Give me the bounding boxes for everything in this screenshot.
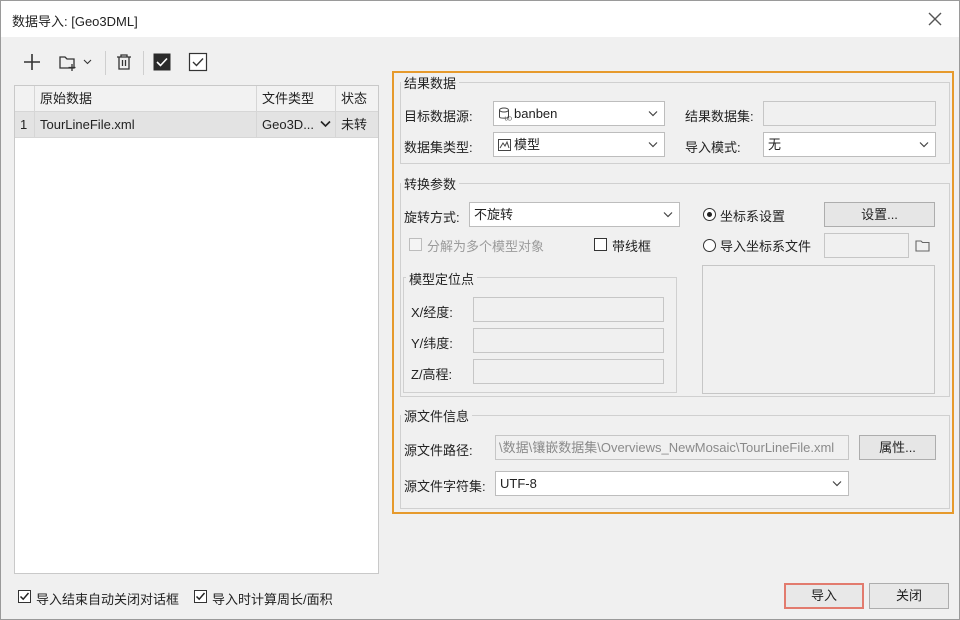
coord-setting-label: 坐标系设置 [720,209,786,224]
x-longitude-label: X/经度: [411,305,453,320]
y-latitude-input[interactable] [473,328,664,353]
convert-params-group-label: 转换参数 [401,174,460,193]
coord-info-area [702,265,935,394]
wireframe-label: 带线框 [612,239,652,254]
add-icon [24,54,40,70]
row-status: 未转 [341,117,368,132]
radio-selected-dot [707,212,712,217]
coord-setting-radio[interactable] [703,208,716,221]
delete-icon [117,54,131,70]
x-longitude-input[interactable] [473,297,664,322]
rotate-mode-select[interactable]: 不旋转 [469,202,680,227]
title-bar: 数据导入: [Geo3DML] [1,1,959,37]
wireframe-checkbox[interactable] [594,238,607,251]
source-info-group-label: 源文件信息 [401,406,473,425]
y-latitude-label: Y/纬度: [411,336,453,351]
chevron-down-icon [648,111,658,117]
rotate-mode-value: 不旋转 [474,207,514,222]
model-icon [498,139,511,151]
chevron-down-icon [919,142,929,148]
source-data-table[interactable]: 原始数据 文件类型 状态 1 TourLineFile.xml Geo3D...… [14,85,379,574]
import-coord-file-radio[interactable] [703,239,716,252]
table-header: 原始数据 文件类型 状态 [15,86,378,112]
z-elevation-label: Z/高程: [411,367,453,382]
select-all-button[interactable] [149,49,175,75]
column-header-type[interactable]: 文件类型 [257,86,336,112]
chevron-down-icon [663,212,673,218]
auto-close-checkbox[interactable] [18,590,31,603]
toolbar-separator [143,51,144,75]
dataset-type-select[interactable]: 模型 [493,132,665,157]
row-source-file: TourLineFile.xml [35,112,257,137]
window-title: 数据导入: [Geo3DML] [12,14,138,29]
source-charset-value: UTF-8 [500,476,537,491]
result-dataset-input[interactable] [763,101,936,126]
auto-close-label: 导入结束自动关闭对话框 [36,592,180,607]
header-index-cell [15,86,35,112]
add-folder-button[interactable] [55,49,81,75]
table-row[interactable]: 1 TourLineFile.xml Geo3D... 未转 [15,112,378,138]
add-button[interactable] [19,49,45,75]
rotate-mode-label: 旋转方式: [404,210,460,225]
source-path-input[interactable]: \数据\镶嵌数据集\Overviews_NewMosaic\TourLineFi… [495,435,849,460]
calc-perimeter-area-checkbox[interactable] [194,590,207,603]
chevron-down-icon [320,120,331,128]
calc-perimeter-area-label: 导入时计算周长/面积 [212,592,333,607]
select-invert-icon [188,52,208,72]
select-invert-button[interactable] [185,49,211,75]
target-source-label: 目标数据源: [404,109,473,124]
checkmark-icon [19,592,30,601]
svg-text:UDB: UDB [505,117,513,122]
source-path-value: \数据\镶嵌数据集\Overviews_NewMosaic\TourLineFi… [499,440,835,455]
target-source-select[interactable]: UDB banben [493,101,665,126]
close-icon[interactable] [926,10,944,28]
import-mode-select[interactable]: 无 [763,132,936,157]
result-data-group-label: 结果数据 [401,73,460,92]
import-button[interactable]: 导入 [784,583,864,609]
source-path-label: 源文件路径: [404,443,473,458]
add-dropdown-button[interactable] [81,49,93,75]
result-dataset-label: 结果数据集: [685,109,754,124]
import-mode-value: 无 [768,137,782,152]
delete-button[interactable] [111,49,137,75]
import-mode-label: 导入模式: [685,140,741,155]
split-models-label: 分解为多个模型对象 [427,239,545,254]
model-anchor-group-label: 模型定位点 [406,269,478,288]
row-index: 1 [15,112,35,137]
dropdown-arrow-icon [83,59,91,65]
source-charset-label: 源文件字符集: [404,479,486,494]
datasource-icon: UDB [499,107,513,122]
source-charset-select[interactable]: UTF-8 [495,471,849,496]
coord-file-input[interactable] [824,233,909,258]
dataset-type-label: 数据集类型: [404,140,473,155]
add-folder-icon [59,56,76,71]
select-all-checked-icon [153,53,171,71]
import-dialog: 数据导入: [Geo3DML] 原始数据 文件类型 状态 1 TourLineF… [0,0,960,620]
split-models-checkbox[interactable] [409,238,422,251]
z-elevation-input[interactable] [473,359,664,384]
column-header-status[interactable]: 状态 [336,86,378,112]
settings-panel: 结果数据 目标数据源: UDB banben 结果数据集: 数据集类型: 模型 … [392,71,954,514]
column-header-source[interactable]: 原始数据 [35,86,257,112]
row-file-type-select[interactable]: Geo3D... [257,112,336,137]
close-button[interactable]: 关闭 [869,583,949,609]
row-file-type-value: Geo3D... [262,117,315,132]
dataset-type-value: 模型 [514,137,541,152]
properties-button[interactable]: 属性... [859,435,936,460]
coord-settings-button[interactable]: 设置... [824,202,935,227]
checkmark-icon [195,592,206,601]
folder-icon[interactable] [915,239,931,252]
chevron-down-icon [832,481,842,487]
toolbar-separator [105,51,106,75]
chevron-down-icon [648,142,658,148]
import-coord-file-label: 导入坐标系文件 [720,239,812,254]
target-source-value: banben [514,106,558,121]
